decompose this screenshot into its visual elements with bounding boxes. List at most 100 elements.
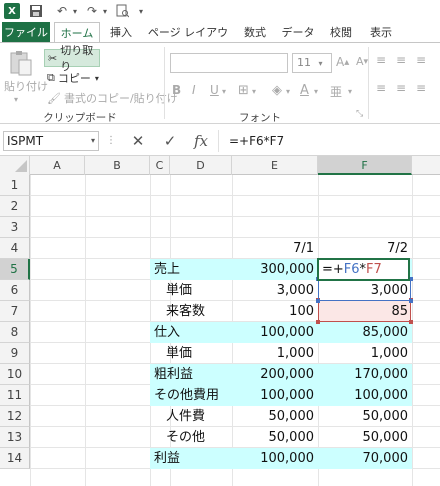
insert-function-icon[interactable]: fx (188, 131, 214, 151)
value-cell-f[interactable]: 3,000 (318, 280, 408, 301)
column-header-d[interactable]: D (170, 156, 232, 175)
row-header[interactable]: 8 (0, 322, 30, 343)
tab-formulas[interactable]: 数式 (238, 22, 272, 43)
row-header[interactable]: 11 (0, 385, 30, 406)
row-header[interactable]: 6 (0, 280, 30, 301)
bold-button[interactable]: B (172, 83, 181, 97)
save-icon[interactable] (28, 3, 44, 19)
tab-file[interactable]: ファイル (2, 22, 50, 43)
reference-handle[interactable] (409, 320, 413, 324)
value-cell-e[interactable]: 50,000 (232, 427, 315, 448)
row-label-cell[interactable]: 売上 (154, 259, 234, 280)
decrease-font-icon[interactable]: A ▾ (356, 55, 368, 68)
value-cell-f[interactable]: 70,000 (318, 448, 409, 469)
column-header-g[interactable] (412, 156, 440, 175)
column-header-a[interactable]: A (30, 156, 85, 175)
column-header-b[interactable]: B (85, 156, 150, 175)
row-header[interactable]: 9 (0, 343, 30, 364)
copy-button[interactable]: ⧉ コピー ▾ (44, 69, 99, 87)
align-top-icon[interactable]: ≡ (376, 53, 386, 67)
value-cell-e[interactable]: 3,000 (232, 280, 314, 301)
active-edit-cell[interactable]: =+F6*F7 (317, 258, 410, 281)
date-header-cell[interactable]: 7/2 (318, 238, 408, 259)
row-header[interactable]: 14 (0, 448, 30, 469)
underline-dropdown-icon[interactable]: ▾ (222, 87, 226, 96)
align-right-icon[interactable]: ≡ (416, 81, 426, 95)
fill-color-icon[interactable]: ◈ (272, 83, 282, 98)
value-cell-e[interactable]: 300,000 (232, 259, 314, 280)
align-middle-icon[interactable]: ≡ (396, 53, 406, 67)
align-center-icon[interactable]: ≡ (396, 81, 406, 95)
value-cell-f[interactable]: 170,000 (318, 364, 408, 385)
borders-dropdown-icon[interactable]: ▾ (252, 87, 256, 96)
tab-insert[interactable]: 挿入 (104, 22, 138, 43)
value-cell-e[interactable]: 100,000 (232, 448, 314, 469)
redo-dropdown-icon[interactable]: ▾ (100, 3, 110, 19)
tab-page-layout[interactable]: ページ レイアウト (144, 22, 232, 60)
paste-icon[interactable] (6, 49, 36, 77)
tab-review[interactable]: 校閲 (324, 22, 358, 43)
value-cell-e[interactable]: 100,000 (232, 322, 314, 343)
enter-icon[interactable]: ✓ (158, 131, 182, 151)
row-header[interactable]: 3 (0, 217, 30, 238)
undo-icon[interactable]: ↶ (54, 3, 70, 19)
value-cell-f[interactable]: 50,000 (318, 427, 409, 448)
row-label-cell[interactable]: 仕入 (154, 322, 234, 343)
customize-qat-icon[interactable]: ▾ (135, 3, 147, 19)
row-label-cell[interactable]: その他費用 (154, 385, 234, 406)
row-header[interactable]: 1 (0, 175, 30, 196)
value-cell-e[interactable]: 200,000 (232, 364, 314, 385)
value-cell-f[interactable]: 50,000 (318, 406, 409, 427)
value-cell-e[interactable]: 100 (232, 301, 314, 322)
paste-button[interactable]: 貼り付け (4, 79, 48, 93)
row-header[interactable]: 2 (0, 196, 30, 217)
value-cell-e[interactable]: 1,000 (232, 343, 314, 364)
row-label-cell[interactable]: 粗利益 (154, 364, 234, 385)
phonetic-dropdown-icon[interactable]: ▾ (348, 87, 352, 96)
value-cell-e[interactable]: 50,000 (232, 406, 315, 427)
row-header[interactable]: 10 (0, 364, 30, 385)
align-bottom-icon[interactable]: ≡ (416, 53, 426, 67)
paste-dropdown-icon[interactable]: ▾ (14, 93, 18, 105)
print-preview-icon[interactable] (114, 3, 130, 19)
cancel-icon[interactable]: ✕ (126, 131, 150, 151)
font-dialog-launcher-icon[interactable]: ⤡ (356, 109, 363, 119)
column-header-c[interactable]: C (150, 156, 170, 175)
column-header-f[interactable]: F (318, 156, 412, 175)
copy-dropdown-icon[interactable]: ▾ (95, 74, 99, 83)
format-painter-button[interactable]: 🖌 書式のコピー/貼り付け (44, 89, 178, 107)
row-header[interactable]: 7 (0, 301, 30, 322)
value-cell-f[interactable]: 1,000 (318, 343, 408, 364)
italic-button[interactable]: I (192, 83, 196, 97)
undo-dropdown-icon[interactable]: ▾ (70, 3, 80, 19)
borders-icon[interactable]: ⊞ (238, 83, 249, 98)
tab-data[interactable]: データ (278, 22, 318, 43)
font-color-dropdown-icon[interactable]: ▾ (314, 87, 318, 96)
value-cell-f[interactable]: 100,000 (318, 385, 408, 406)
tab-home[interactable]: ホーム (54, 22, 100, 43)
row-header[interactable]: 13 (0, 427, 30, 448)
tab-view[interactable]: 表示 (364, 22, 398, 43)
redo-icon[interactable]: ↷ (84, 3, 100, 19)
row-header[interactable]: 12 (0, 406, 30, 427)
row-header[interactable]: 5 (0, 259, 30, 280)
align-left-icon[interactable]: ≡ (376, 81, 386, 95)
value-cell-f[interactable]: 85,000 (318, 322, 409, 343)
value-cell-e[interactable]: 100,000 (232, 385, 314, 406)
column-header-e[interactable]: E (232, 156, 318, 175)
row-header[interactable]: 4 (0, 238, 30, 259)
underline-button[interactable]: U (210, 83, 219, 97)
value-cell-f[interactable]: 85 (318, 301, 408, 322)
formula-input[interactable]: =+F6*F7 (218, 130, 440, 152)
fill-color-dropdown-icon[interactable]: ▾ (286, 87, 290, 96)
font-name-select[interactable] (170, 53, 288, 73)
name-box[interactable]: ISPMT (3, 131, 99, 151)
increase-font-icon[interactable]: A ▴ (336, 55, 349, 69)
reference-handle[interactable] (409, 299, 413, 303)
phonetic-icon[interactable]: 亜 (330, 83, 342, 100)
font-color-icon[interactable]: A (300, 83, 309, 98)
date-header-cell[interactable]: 7/1 (232, 238, 314, 259)
row-label-cell[interactable]: 利益 (154, 448, 234, 469)
select-all-corner[interactable] (0, 156, 30, 175)
font-size-select[interactable]: 11 ▾ (292, 53, 332, 73)
